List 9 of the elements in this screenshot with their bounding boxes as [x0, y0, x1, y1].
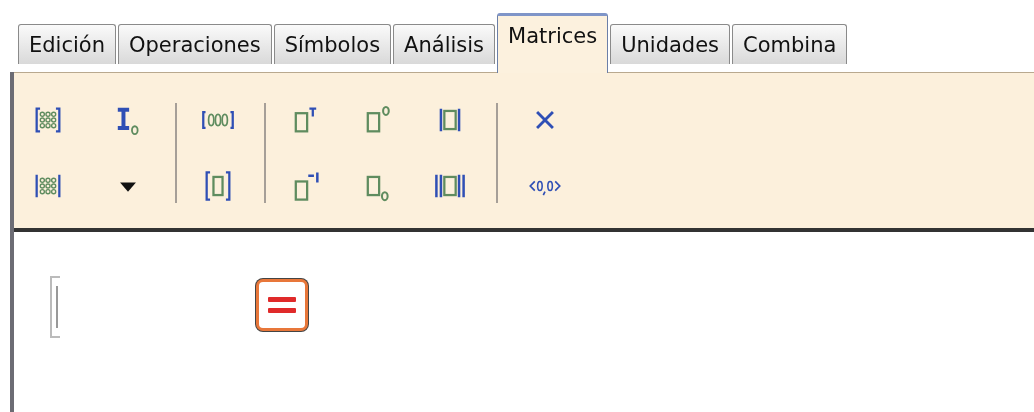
equals-button[interactable] — [256, 279, 308, 331]
tab[interactable]: Unidades — [610, 24, 731, 64]
tab[interactable]: Símbolos — [273, 24, 392, 64]
tab[interactable]: Matrices — [497, 13, 609, 73]
input-field[interactable] — [50, 276, 60, 338]
tab[interactable]: Edición — [18, 24, 116, 64]
tab[interactable]: Análisis — [393, 24, 496, 64]
tab[interactable]: Operaciones — [118, 24, 272, 64]
tab[interactable]: Combina — [732, 24, 848, 64]
